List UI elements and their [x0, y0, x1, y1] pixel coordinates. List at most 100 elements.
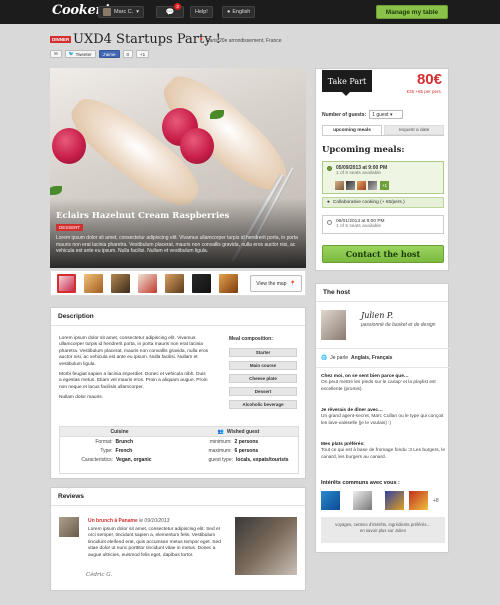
help-button[interactable]: Help!	[190, 6, 213, 18]
info-key: maximum:	[208, 448, 232, 454]
cuisine-header: Cuisine	[60, 427, 179, 436]
host-panel: The host Julien P. passionné de basket e…	[315, 283, 450, 553]
guests-label: Number of guests:	[322, 111, 367, 118]
notification-badge: 3	[174, 3, 181, 10]
avatar[interactable]	[59, 517, 79, 537]
globe-icon: 🌐	[321, 355, 328, 361]
languages-list: Anglais, Français	[351, 355, 393, 361]
facebook-like-label: J'aime	[102, 51, 116, 57]
meal-option[interactable]: 06/01/2013 at 9:00 PM 1 of 5 seats avail…	[322, 215, 444, 234]
meal-seats: 1 of 5 seats available	[336, 224, 382, 229]
thumbnail[interactable]	[111, 274, 130, 293]
reviews-title: Reviews	[51, 488, 305, 506]
interest-image[interactable]	[321, 491, 340, 510]
upcoming-meals-title: Upcoming meals:	[322, 145, 405, 155]
info-value: Vegan, organic	[116, 457, 152, 463]
language-button[interactable]: ● English	[222, 6, 256, 18]
chat-icon: 💬	[165, 9, 175, 16]
share-bar: ✉ 🐦 Tweeter J'aime 0 +1	[50, 50, 150, 58]
collaborative-cooking-option[interactable]: ● Collaborative cooking (+ €5/pers.)	[322, 197, 444, 208]
review-text: Lorem ipsum dolor sit amet, consectetur …	[88, 527, 221, 558]
notifications-button[interactable]: 💬 3	[156, 3, 184, 18]
tweet-label: Tweeter	[75, 51, 92, 57]
email-share-button[interactable]: ✉	[50, 50, 62, 58]
meal-info-table: Cuisine 👥 Wished guest Format: Brunch min…	[59, 426, 299, 474]
review-signature: Cédric G.	[86, 572, 113, 578]
interest-image[interactable]	[409, 491, 428, 510]
more-interests-count[interactable]: +8	[433, 498, 439, 504]
info-key: Format:	[95, 439, 113, 445]
host-name[interactable]: Julien P.	[361, 311, 393, 320]
chevron-down-icon: ▾	[136, 9, 140, 15]
raspberry-image	[180, 128, 214, 164]
user-name: Marc C.	[114, 9, 134, 15]
thumbnail[interactable]	[165, 274, 184, 293]
composition-item: Cheese plate	[229, 374, 297, 383]
avatar[interactable]	[321, 310, 346, 340]
thumbnail[interactable]	[57, 274, 76, 293]
contact-host-button[interactable]: Contact the host	[322, 245, 444, 263]
host-answer: Chez moi, on se sent bien parce que… On …	[321, 374, 447, 393]
interest-image[interactable]	[385, 491, 404, 510]
divider	[316, 348, 450, 349]
event-location: 📍 Paris 20e arrondissement, France	[198, 38, 282, 44]
manage-table-button[interactable]: Manage my table	[376, 5, 448, 19]
booking-panel: Take Part 80€ €35 +€5 per pers. Number o…	[315, 68, 449, 271]
map-pin-icon: 📍	[198, 38, 205, 44]
event-header: DINNER UXD4 Startups Party ! 📍 Paris 20e…	[50, 30, 450, 62]
languages-prefix: Je parle	[330, 355, 349, 361]
host-more-link[interactable]: en savoir plus sur Julien	[321, 528, 445, 534]
info-value: French	[115, 448, 133, 454]
host-answer-text: Tout ce qui est à base de fromage fondu …	[321, 448, 445, 460]
thumbnail[interactable]	[138, 274, 157, 293]
location-text: Paris 20e arrondissement, France	[206, 38, 282, 44]
meal-photo[interactable]: Eclairs Hazelnut Cream Raspberries DESSE…	[50, 68, 306, 268]
users-icon: 👥	[217, 428, 224, 435]
meal-composition-title: Meal composition:	[229, 336, 273, 342]
thumbnail[interactable]	[192, 274, 211, 293]
divider	[316, 367, 450, 368]
review-title-link[interactable]: Un brunch à Paname	[88, 518, 138, 524]
user-menu[interactable]: Marc C. ▾	[98, 6, 145, 18]
meal-type-badge: DINNER	[50, 36, 72, 43]
info-value: Brunch	[115, 439, 134, 445]
top-bar: Cookening Marc C. ▾ 💬 3 Help! ● English …	[0, 0, 500, 24]
info-key: Type:	[100, 448, 113, 454]
description-paragraph: Nullam dolor mauris.	[59, 395, 103, 401]
radio-selected[interactable]	[327, 166, 332, 171]
view-map-label: View the map	[256, 280, 287, 287]
photo-overlay	[50, 198, 306, 268]
tab-request-date[interactable]: request a date	[384, 125, 444, 135]
like-count: 0	[122, 50, 134, 58]
tab-upcoming-meals[interactable]: upcoming meals	[322, 125, 382, 135]
thumbnail[interactable]	[219, 274, 238, 293]
view-map-button[interactable]: View the map 📍	[250, 275, 302, 292]
host-languages: 🌐 Je parle Anglais, Français	[321, 355, 392, 361]
info-key: Caracteristics:	[81, 457, 113, 463]
radio-unselected[interactable]	[327, 220, 332, 225]
facebook-like-button[interactable]: J'aime	[98, 50, 120, 58]
avatar	[103, 8, 111, 16]
thumbnail[interactable]	[84, 274, 103, 293]
avatar	[335, 181, 344, 190]
info-key: guest type:	[208, 457, 233, 463]
dish-course-badge: DESSERT	[56, 224, 84, 231]
info-value: locals, expats/tourists	[236, 457, 289, 463]
meal-seats: 1 of 5 seats available	[336, 171, 382, 176]
info-row: Caracteristics: Vegan, organic guest typ…	[60, 457, 298, 466]
composition-item: Starter	[229, 348, 297, 357]
review-date-prefix: le	[139, 518, 144, 524]
tweet-button[interactable]: 🐦 Tweeter	[64, 50, 96, 58]
review-date: 09/10/2013	[144, 518, 170, 524]
guests-select[interactable]: 1 guest ▾	[369, 110, 404, 119]
language-label: English	[232, 9, 251, 15]
review-header: Un brunch à Paname le 09/10/2013	[88, 518, 169, 524]
map-pin-icon: 📍	[289, 280, 296, 287]
avatar	[357, 181, 366, 190]
description-text: Lorem ipsum dolor sit amet, consectetur …	[59, 336, 209, 406]
interest-image[interactable]	[353, 491, 372, 510]
review-photo[interactable]	[235, 517, 297, 575]
gplus-button[interactable]: +1	[136, 50, 150, 58]
composition-item: Alcoholic beverage	[229, 400, 297, 409]
dish-description: Lorem ipsum dolor sit amet, consectetur …	[56, 235, 298, 254]
